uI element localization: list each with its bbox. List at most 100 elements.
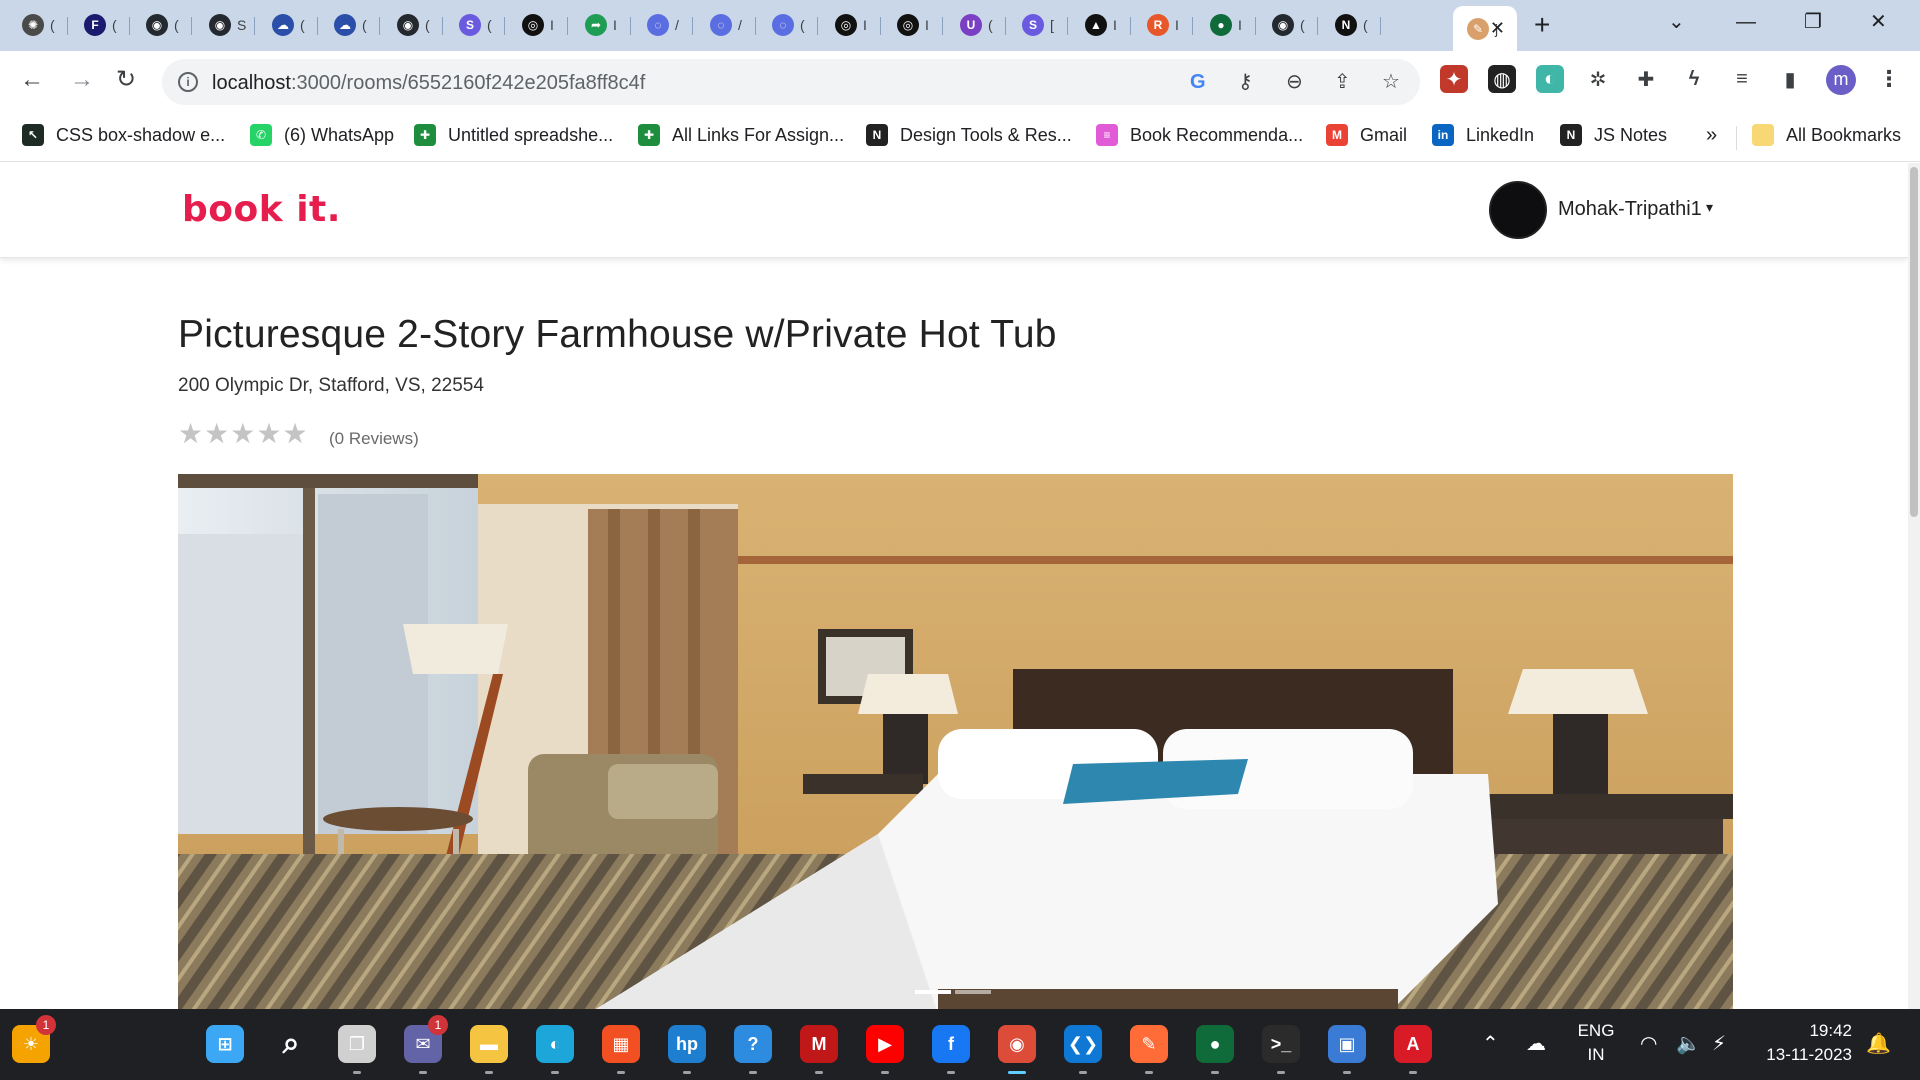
browser-tab[interactable]: ◎ I bbox=[508, 6, 568, 44]
minimize-button[interactable]: — bbox=[1736, 8, 1756, 36]
browser-tab[interactable]: ◌ / bbox=[633, 6, 693, 44]
tray-overflow-icon[interactable]: ⌃ bbox=[1482, 1033, 1499, 1055]
reload-button[interactable]: ↻ bbox=[116, 65, 136, 95]
file-explorer-icon[interactable]: ▬ bbox=[470, 1025, 508, 1063]
edge-icon[interactable]: ◐ bbox=[536, 1025, 574, 1063]
postman-icon[interactable]: ✎ bbox=[1130, 1025, 1168, 1063]
carousel-indicator[interactable] bbox=[955, 990, 991, 994]
myhp-icon[interactable]: hp bbox=[668, 1025, 706, 1063]
bookmark-item[interactable]: N JS Notes bbox=[1560, 124, 1667, 146]
browser-tab[interactable]: ✺( bbox=[8, 6, 68, 44]
bookmarks-overflow-button[interactable]: » bbox=[1706, 124, 1717, 147]
volume-icon[interactable]: 🔈 bbox=[1676, 1033, 1701, 1055]
bookmark-item[interactable]: ↖ CSS box-shadow e... bbox=[22, 124, 225, 146]
browser-tab[interactable]: N( bbox=[1321, 6, 1381, 44]
remote-desktop-icon[interactable]: ▣ bbox=[1328, 1025, 1366, 1063]
room-image-carousel[interactable]: › bbox=[178, 474, 1733, 1009]
browser-tab[interactable]: U( bbox=[946, 6, 1006, 44]
tab-search-icon[interactable]: ⌄ bbox=[1668, 8, 1685, 36]
close-window-button[interactable]: ✕ bbox=[1870, 8, 1887, 36]
browser-tab[interactable]: ◉( bbox=[1258, 6, 1318, 44]
lightning-icon[interactable]: ϟ bbox=[1680, 65, 1708, 93]
all-bookmarks-folder[interactable]: All Bookmarks bbox=[1752, 124, 1901, 146]
url-text[interactable]: localhost:3000/rooms/6552160f242e205fa8f… bbox=[212, 72, 645, 95]
extension-red-icon[interactable]: ✦ bbox=[1440, 65, 1468, 93]
mcafee-icon[interactable]: M bbox=[800, 1025, 838, 1063]
chrome-icon[interactable]: ◉ bbox=[998, 1025, 1036, 1063]
bookmark-item[interactable]: ≡ Book Recommenda... bbox=[1096, 124, 1303, 146]
bookmark-label: JS Notes bbox=[1594, 124, 1668, 145]
wifi-icon[interactable]: ◠ bbox=[1640, 1033, 1657, 1055]
restore-button[interactable]: ❐ bbox=[1804, 8, 1822, 36]
clock-time[interactable]: 19:42 bbox=[1756, 1021, 1852, 1041]
browser-tab[interactable]: ● I bbox=[1196, 6, 1256, 44]
browser-tab[interactable]: ☁( bbox=[258, 6, 318, 44]
browser-tab[interactable]: ➦ I bbox=[571, 6, 631, 44]
browser-tab[interactable]: S[ bbox=[1008, 6, 1068, 44]
back-button[interactable]: ← bbox=[20, 65, 44, 95]
vscode-icon[interactable]: ❮❯ bbox=[1064, 1025, 1102, 1063]
bookmark-item[interactable]: ✚ All Links For Assign... bbox=[638, 124, 844, 146]
bookmark-item[interactable]: in LinkedIn bbox=[1432, 124, 1534, 146]
share-icon[interactable]: ⇪ bbox=[1334, 71, 1351, 93]
task-view-icon[interactable]: ❐ bbox=[338, 1025, 376, 1063]
bug-icon[interactable]: ✲ bbox=[1584, 65, 1612, 93]
terminal-icon[interactable]: >_ bbox=[1262, 1025, 1300, 1063]
bookmark-star-icon[interactable]: ☆ bbox=[1382, 71, 1400, 93]
bookmark-item[interactable]: N Design Tools & Res... bbox=[866, 124, 1072, 146]
media-icon[interactable]: ≡ bbox=[1728, 65, 1756, 93]
browser-tab[interactable]: ◉( bbox=[132, 6, 192, 44]
s-icon: S bbox=[1022, 14, 1044, 36]
windows-start-icon[interactable]: ⊞ bbox=[206, 1025, 244, 1063]
puzzle-icon[interactable]: ✚ bbox=[1632, 65, 1660, 93]
active-tab[interactable]: ✎ j ✕ bbox=[1453, 6, 1517, 51]
user-menu-caret-icon[interactable]: ▾ bbox=[1706, 199, 1713, 216]
search-icon[interactable]: ⌕ bbox=[272, 1025, 310, 1063]
clock-date[interactable]: 13-11-2023 bbox=[1756, 1045, 1852, 1065]
acrobat-icon[interactable]: A bbox=[1394, 1025, 1432, 1063]
tips-icon[interactable]: ? bbox=[734, 1025, 772, 1063]
bookmark-item[interactable]: M Gmail bbox=[1326, 124, 1407, 146]
browser-tab[interactable]: F( bbox=[70, 6, 130, 44]
chrome-menu-icon[interactable]: ⋮ bbox=[1878, 65, 1900, 93]
onedrive-icon[interactable]: ☁ bbox=[1526, 1033, 1546, 1055]
browser-tab[interactable]: RI bbox=[1133, 6, 1193, 44]
browser-tab[interactable]: ◌ / bbox=[696, 6, 756, 44]
store-icon[interactable]: ▦ bbox=[602, 1025, 640, 1063]
profile-avatar[interactable]: m bbox=[1826, 65, 1856, 95]
language-top[interactable]: ENG bbox=[1574, 1021, 1618, 1041]
color-picker-icon[interactable]: ◐ bbox=[1536, 65, 1564, 93]
close-tab-icon[interactable]: ✕ bbox=[1490, 18, 1505, 39]
user-avatar[interactable] bbox=[1489, 181, 1547, 239]
bookmark-item[interactable]: ✚ Untitled spreadshe... bbox=[414, 124, 613, 146]
browser-tab[interactable]: ◎ I bbox=[821, 6, 881, 44]
battery-icon[interactable]: ⚡ bbox=[1712, 1033, 1726, 1055]
browser-tab[interactable]: ◎ I bbox=[883, 6, 943, 44]
password-key-icon[interactable]: ⚷ bbox=[1238, 71, 1253, 93]
browser-tab[interactable]: ☁( bbox=[320, 6, 380, 44]
new-tab-button[interactable]: + bbox=[1534, 10, 1550, 40]
browser-tab[interactable]: S( bbox=[445, 6, 505, 44]
google-lens-icon[interactable]: G bbox=[1190, 71, 1206, 93]
browser-tab[interactable]: ◉( bbox=[383, 6, 443, 44]
forward-button[interactable]: → bbox=[70, 65, 94, 95]
user-menu-name[interactable]: Mohak-Tripathi1 bbox=[1558, 198, 1702, 221]
youtube-icon[interactable]: ▶ bbox=[866, 1025, 904, 1063]
site-logo[interactable]: book it. bbox=[182, 189, 341, 230]
language-bottom[interactable]: IN bbox=[1574, 1045, 1618, 1065]
browser-tab[interactable]: ◉ S bbox=[195, 6, 255, 44]
address-bar[interactable]: i localhost:3000/rooms/6552160f242e205fa… bbox=[162, 59, 1420, 105]
notification-icon[interactable]: 🔔 bbox=[1866, 1033, 1891, 1055]
site-info-icon[interactable]: i bbox=[178, 72, 198, 92]
bookmark-item[interactable]: ✆ (6) WhatsApp bbox=[250, 124, 394, 146]
browser-tab[interactable]: ◌( bbox=[758, 6, 818, 44]
browser-tab[interactable]: ▲ I bbox=[1071, 6, 1131, 44]
page-scrollbar-thumb[interactable] bbox=[1910, 167, 1918, 517]
carousel-indicator[interactable] bbox=[915, 990, 951, 994]
taskbar-active-indicator bbox=[1008, 1071, 1026, 1074]
mongodb-compass-icon[interactable]: ● bbox=[1196, 1025, 1234, 1063]
facebook-icon[interactable]: f bbox=[932, 1025, 970, 1063]
colorzilla-icon[interactable]: ◍ bbox=[1488, 65, 1516, 93]
sidepanel-icon[interactable]: ▮ bbox=[1776, 65, 1804, 93]
zoom-icon[interactable]: ⊖ bbox=[1286, 71, 1303, 93]
